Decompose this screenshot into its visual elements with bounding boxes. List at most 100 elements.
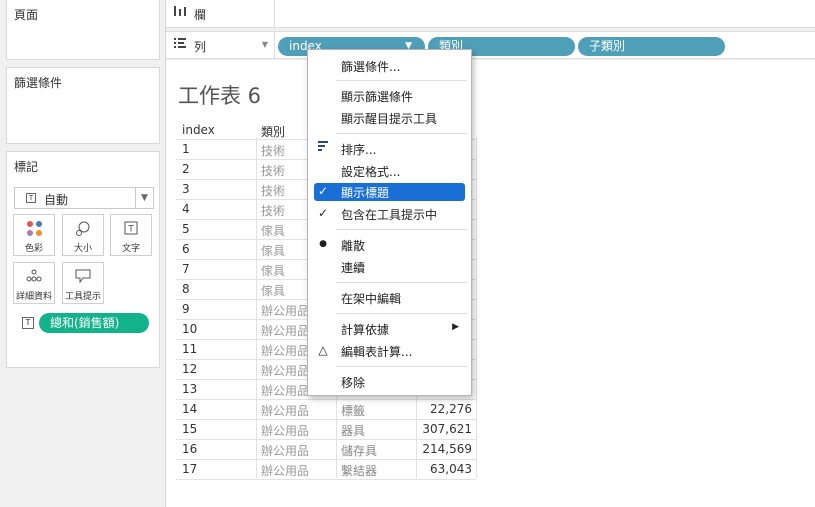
row-index: 11 — [182, 342, 198, 356]
row-category: 辦公用品 — [261, 324, 310, 338]
menu-item-remove[interactable]: 移除 — [308, 373, 471, 391]
menu-item-show-highlighter[interactable]: 顯示醒目提示工具 — [308, 109, 471, 127]
triangle-icon: △ — [318, 343, 328, 357]
worksheet-canvas[interactable]: 工作表 6 index 類別 1 技術 2 技術 3 技術 4 技術 5 傢具 6 傢具 7 傢具 8 傢具 9… — [166, 60, 815, 507]
row-index: 9 — [182, 302, 190, 316]
row-category: 技術 — [261, 184, 286, 198]
row-category: 辦公用品 — [261, 444, 310, 458]
row-value: 214,569 — [422, 442, 472, 456]
menu-item-label: 離散 — [341, 239, 366, 253]
sort-icon — [316, 141, 330, 155]
chevron-down-icon[interactable]: ▼ — [262, 40, 268, 49]
rows-shelf-header: 列 ▼ — [166, 32, 275, 59]
menu-item-edit-table-calc[interactable]: △ 編輯表計算... — [308, 342, 471, 360]
table-row[interactable]: 17 辦公用品 繫結器 63,043 — [176, 459, 476, 479]
marks-card: 標記 T 自動 ▼ 色彩 大小 T 文字 詳細資料 工具提示 T 總和(銷售額) — [6, 151, 160, 368]
color-button[interactable]: 色彩 — [13, 214, 55, 256]
measure-row: T 總和(銷售額) — [13, 313, 153, 333]
row-subcategory: 器具 — [341, 424, 366, 438]
menu-item-include-in-tooltip[interactable]: ✓ 包含在工具提示中 — [308, 205, 471, 223]
row-index: 6 — [182, 242, 190, 256]
table-row[interactable]: 15 辦公用品 器具 307,621 — [176, 419, 476, 439]
menu-item-format[interactable]: 設定格式... — [308, 162, 471, 180]
menu-item-label: 設定格式... — [341, 165, 401, 179]
row-category: 辦公用品 — [261, 364, 310, 378]
columns-shelf[interactable]: 欄 — [166, 0, 815, 28]
text-icon: T — [111, 221, 151, 237]
pages-card[interactable]: 頁面 — [6, 0, 160, 60]
sheet-title[interactable]: 工作表 6 — [178, 80, 261, 110]
size-label: 大小 — [73, 244, 92, 254]
menu-item-label: 排序... — [341, 143, 377, 157]
menu-item-show-header[interactable]: ✓ 顯示標題 — [314, 183, 465, 201]
header-category[interactable]: 類別 — [261, 123, 285, 140]
menu-separator — [336, 313, 467, 314]
menu-item-label: 篩選條件... — [341, 60, 401, 74]
text-encoding-icon[interactable]: T — [22, 317, 34, 329]
row-index: 16 — [182, 442, 198, 456]
menu-item-label: 顯示篩選條件 — [341, 90, 414, 104]
tooltip-label: 工具提示 — [64, 292, 101, 302]
check-icon: ✓ — [317, 206, 329, 220]
row-index: 13 — [182, 382, 198, 396]
text-mark-icon: T — [26, 193, 36, 203]
row-index: 5 — [182, 222, 190, 236]
filters-card[interactable]: 篩選條件 — [6, 67, 160, 144]
row-divider — [176, 479, 476, 480]
row-index: 1 — [182, 142, 190, 156]
row-index: 4 — [182, 202, 190, 216]
row-category: 辦公用品 — [261, 384, 310, 398]
header-index[interactable]: index — [182, 123, 215, 137]
menu-item-edit-in-shelf[interactable]: 在架中編輯 — [308, 289, 471, 307]
menu-item-sort[interactable]: 排序... — [308, 140, 471, 158]
left-panel: 頁面 篩選條件 標記 T 自動 ▼ 色彩 大小 T 文字 詳細資料 工具提示 T… — [0, 0, 166, 507]
check-icon: ✓ — [317, 184, 329, 198]
menu-item-show-filter[interactable]: 顯示篩選條件 — [308, 87, 471, 105]
subcategory-pill-label: 子類別 — [589, 39, 626, 53]
row-index: 10 — [182, 322, 198, 336]
text-label: 文字 — [121, 244, 140, 254]
row-index: 2 — [182, 162, 190, 176]
menu-item-filter[interactable]: 篩選條件... — [308, 57, 471, 75]
subcategory-pill[interactable]: 子類別 — [578, 37, 725, 56]
row-category: 技術 — [261, 164, 286, 178]
menu-item-compute-using[interactable]: 計算依據 ▶ — [308, 320, 471, 338]
row-value: 307,621 — [422, 422, 472, 436]
row-category: 傢具 — [261, 284, 286, 298]
menu-item-label: 移除 — [341, 376, 366, 390]
rows-shelf[interactable]: 列 ▼ index ▼ 類別 子類別 — [166, 31, 815, 59]
table-row[interactable]: 16 辦公用品 儲存具 214,569 — [176, 439, 476, 459]
columns-shelf-header: 欄 — [166, 0, 275, 27]
row-category: 傢具 — [261, 244, 286, 258]
size-icon — [63, 221, 103, 237]
menu-separator — [336, 229, 467, 230]
tooltip-button[interactable]: 工具提示 — [62, 262, 104, 304]
mark-type-label: 自動 — [44, 193, 69, 207]
table-row[interactable]: 14 辦公用品 標籤 22,276 — [176, 399, 476, 419]
detail-icon — [14, 269, 54, 285]
svg-text:T: T — [127, 225, 134, 235]
row-category: 辦公用品 — [261, 404, 310, 418]
chevron-down-icon[interactable]: ▼ — [135, 188, 153, 208]
column-divider — [476, 137, 477, 478]
row-value: 63,043 — [430, 462, 472, 476]
row-index: 7 — [182, 262, 190, 276]
detail-button[interactable]: 詳細資料 — [13, 262, 55, 304]
menu-item-continuous[interactable]: 連續 — [308, 258, 471, 276]
menu-item-discrete[interactable]: ● 離散 — [308, 236, 471, 254]
menu-item-label: 包含在工具提示中 — [341, 208, 438, 222]
row-category: 傢具 — [261, 264, 286, 278]
pages-title: 頁面 — [14, 8, 39, 22]
menu-separator — [336, 133, 467, 134]
sum-sales-pill[interactable]: 總和(銷售額) — [39, 313, 149, 333]
mark-type-dropdown[interactable]: T 自動 ▼ — [14, 187, 154, 209]
menu-item-label: 顯示標題 — [341, 186, 390, 200]
row-category: 辦公用品 — [261, 424, 310, 438]
size-button[interactable]: 大小 — [62, 214, 104, 256]
text-button[interactable]: T 文字 — [110, 214, 152, 256]
row-subcategory: 儲存具 — [341, 444, 378, 458]
menu-separator — [336, 282, 467, 283]
row-index: 15 — [182, 422, 198, 436]
row-index: 3 — [182, 182, 190, 196]
columns-icon — [173, 5, 187, 21]
